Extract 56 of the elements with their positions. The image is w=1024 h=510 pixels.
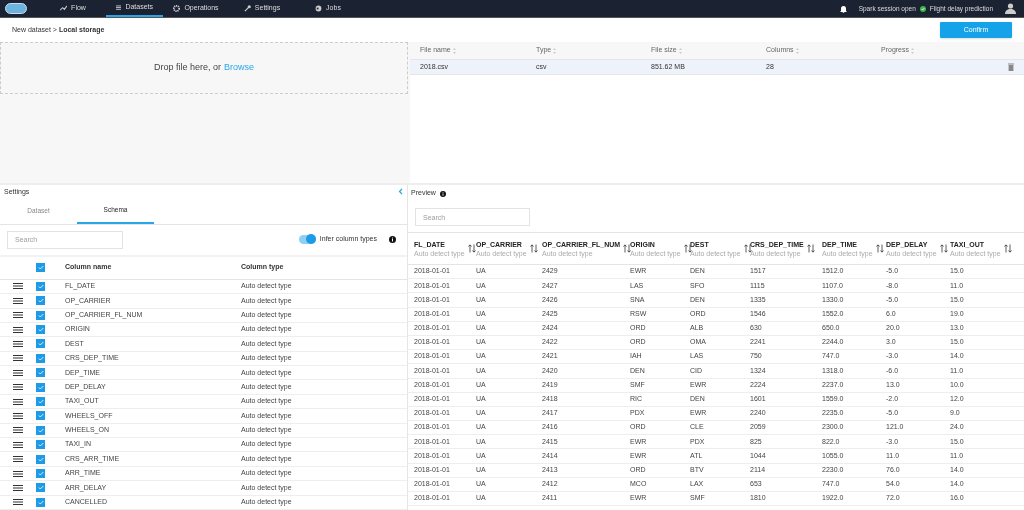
sort-icon[interactable] — [1003, 244, 1012, 253]
checkbox[interactable] — [36, 411, 45, 421]
drag-handle-icon[interactable] — [13, 456, 23, 463]
checkbox[interactable] — [36, 397, 45, 407]
checkbox[interactable] — [36, 368, 45, 378]
drag-handle-icon[interactable] — [13, 412, 23, 419]
checkbox[interactable] — [36, 497, 45, 507]
user-icon[interactable] — [1005, 3, 1016, 14]
sort-icon[interactable] — [939, 244, 948, 253]
checkbox[interactable] — [36, 281, 45, 291]
info-icon[interactable] — [389, 236, 396, 244]
bell-icon[interactable] — [839, 4, 847, 13]
collapse-icon[interactable] — [398, 188, 403, 196]
sort-icon[interactable] — [743, 244, 752, 253]
info-icon[interactable] — [439, 190, 446, 197]
checkbox[interactable] — [36, 353, 45, 363]
drag-handle-icon[interactable] — [13, 441, 23, 448]
checkbox[interactable] — [36, 296, 45, 306]
drag-handle-icon[interactable] — [13, 341, 23, 347]
checkbox[interactable] — [36, 382, 45, 392]
drag-handle-icon[interactable] — [13, 470, 23, 477]
drag-handle-icon[interactable] — [13, 283, 23, 290]
sort-icon[interactable] — [529, 244, 538, 253]
sort-icon[interactable] — [683, 244, 692, 253]
drop-text: Drop file here, or — [153, 61, 221, 75]
drag-handle-icon[interactable] — [13, 326, 23, 333]
checkbox[interactable] — [36, 469, 45, 478]
checkbox[interactable] — [36, 425, 45, 435]
globe-icon — [315, 5, 323, 12]
drag-handle-icon[interactable] — [13, 384, 23, 391]
logo-icon[interactable] — [5, 3, 27, 14]
drag-handle-icon[interactable] — [13, 499, 23, 506]
sort-icon[interactable] — [875, 244, 884, 253]
checkbox[interactable] — [36, 454, 45, 464]
drag-handle-icon[interactable] — [13, 369, 23, 376]
sort-icon[interactable] — [623, 244, 632, 253]
drag-handle-icon[interactable] — [13, 398, 23, 405]
checkbox[interactable] — [36, 310, 45, 320]
sort-icon[interactable] — [806, 244, 815, 253]
drop-zone[interactable]: Drop file here, or Browse — [0, 42, 408, 94]
drag-handle-icon[interactable] — [13, 355, 23, 362]
toggle-switch[interactable] — [298, 235, 316, 245]
drag-handle-icon[interactable] — [13, 427, 23, 434]
drag-handle-icon[interactable] — [13, 297, 23, 304]
drag-handle-icon[interactable] — [13, 484, 23, 491]
gear-icon — [173, 5, 181, 12]
drag-handle-icon[interactable] — [13, 312, 23, 319]
checkbox[interactable] — [36, 483, 45, 493]
line-chart-icon — [60, 5, 68, 12]
list-icon — [116, 4, 122, 11]
checkbox[interactable] — [36, 440, 45, 450]
select-all-checkbox[interactable] — [36, 263, 45, 273]
checkbox[interactable] — [36, 339, 45, 349]
wrench-icon — [243, 5, 251, 12]
checkbox[interactable] — [36, 325, 45, 335]
sort-icon[interactable] — [467, 244, 476, 253]
